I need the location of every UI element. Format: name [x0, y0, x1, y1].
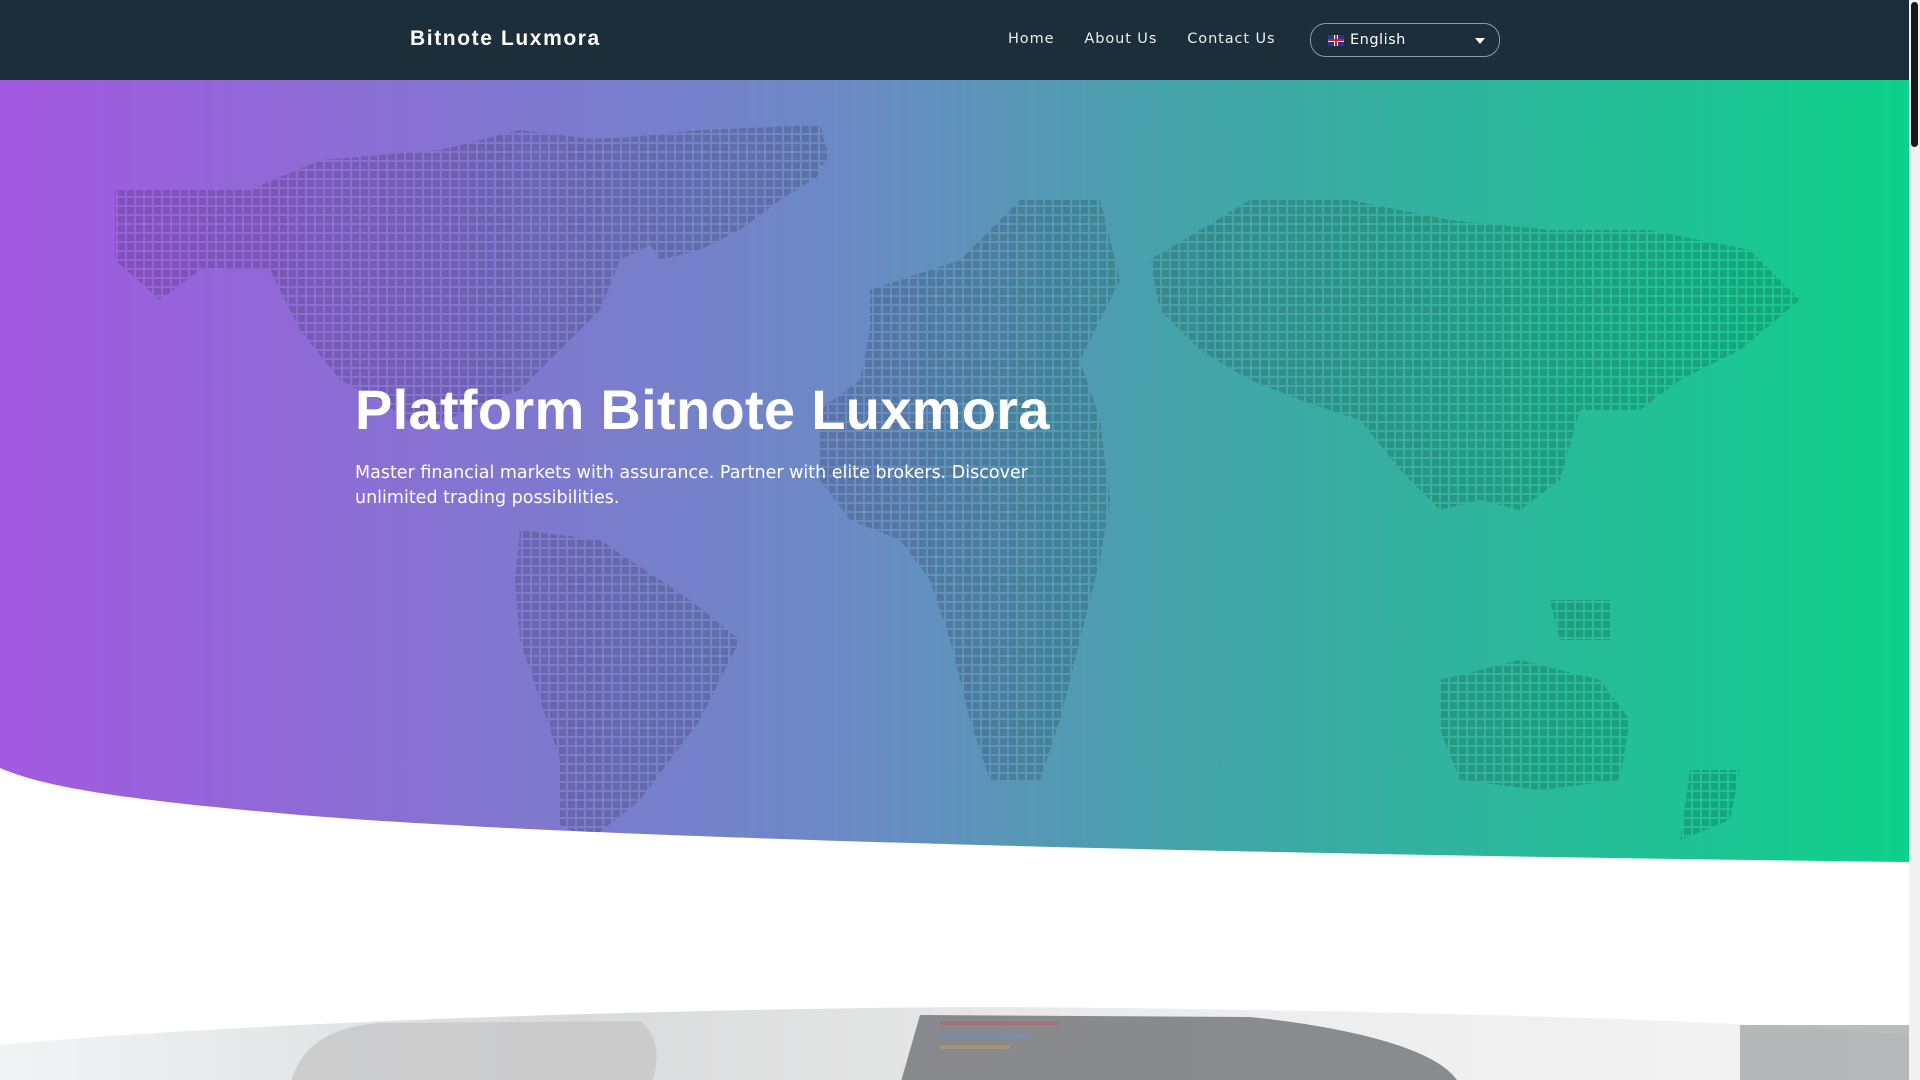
- nav-link-about-us[interactable]: About Us: [1084, 31, 1157, 47]
- chevron-down-icon: [1475, 38, 1485, 44]
- page: Bitnote Luxmora Home About Us Contact Us…: [0, 0, 1909, 1080]
- language-select[interactable]: English: [1310, 23, 1500, 57]
- language-selected-label: English: [1350, 32, 1406, 48]
- lower-image-section: [0, 1005, 1909, 1080]
- hero-title: Platform Bitnote Luxmora: [355, 378, 1050, 441]
- scrollbar-thumb[interactable]: [1911, 2, 1918, 147]
- nav-link-contact-us[interactable]: Contact Us: [1187, 31, 1275, 47]
- brand-logo[interactable]: Bitnote Luxmora: [410, 27, 601, 51]
- nav-links: Home About Us Contact Us: [1008, 31, 1305, 47]
- hero-subtitle: Master financial markets with assurance.…: [355, 463, 1028, 508]
- top-navbar: Bitnote Luxmora Home About Us Contact Us…: [0, 0, 1909, 80]
- trading-desk-image: [0, 1007, 1909, 1080]
- uk-flag-icon: [1328, 34, 1344, 46]
- hero-section: Platform Bitnote Luxmora Master financia…: [0, 80, 1909, 865]
- nav-link-home[interactable]: Home: [1008, 31, 1054, 47]
- page-scrollbar[interactable]: [1909, 0, 1920, 1080]
